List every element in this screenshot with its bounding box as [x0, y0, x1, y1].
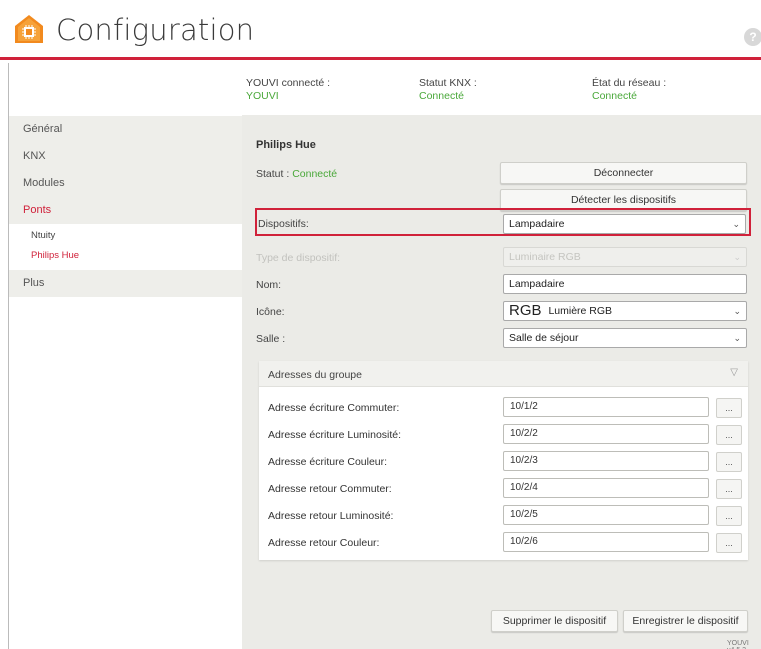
collapse-triangle-icon[interactable]: ▽: [730, 367, 738, 378]
name-input[interactable]: Lampadaire: [503, 274, 747, 294]
address-row-label: Adresse écriture Luminosité:: [268, 429, 402, 441]
youvi-status-value: YOUVI: [246, 90, 279, 102]
knx-status-value: Connecté: [419, 90, 464, 102]
disconnect-button[interactable]: Déconnecter: [500, 162, 747, 184]
sidebar-item-knx[interactable]: KNX: [9, 143, 242, 170]
main-content: Philips Hue Statut : Connecté Déconnecte…: [242, 115, 761, 649]
address-input[interactable]: 10/2/2: [503, 424, 709, 444]
group-addresses-title: Adresses du groupe: [268, 369, 362, 381]
statut-row: Statut : Connecté: [256, 168, 337, 180]
address-row-label: Adresse retour Luminosité:: [268, 510, 394, 522]
address-row-label: Adresse écriture Couleur:: [268, 456, 388, 468]
address-input[interactable]: 10/2/6: [503, 532, 709, 552]
room-select-value: Salle de séjour: [509, 332, 579, 344]
rgb-icon: RGB: [509, 302, 542, 319]
address-browse-button[interactable]: ...: [716, 533, 742, 553]
knx-status: Statut KNX : Connecté: [419, 77, 477, 103]
device-type-select-value: Luminaire RGB: [509, 251, 581, 263]
address-row-label: Adresse écriture Commuter:: [268, 402, 400, 414]
sidebar-item-plus[interactable]: Plus: [9, 270, 242, 297]
chevron-down-icon: ⌄: [733, 333, 741, 343]
sidebar-item-modules[interactable]: Modules: [9, 170, 242, 197]
device-type-select: Luminaire RGB ⌄: [503, 247, 747, 267]
address-input[interactable]: 10/2/5: [503, 505, 709, 525]
app-header: Configuration ?: [0, 0, 761, 60]
network-status: État du réseau : Connecté: [592, 77, 666, 103]
address-browse-button[interactable]: ...: [716, 425, 742, 445]
group-addresses-panel: Adresses du groupe ▽ Adresse écriture Co…: [259, 361, 748, 560]
connection-status-bar: YOUVI connecté : YOUVI Statut KNX : Conn…: [9, 63, 761, 115]
youvi-status-label: YOUVI connecté :: [246, 77, 331, 89]
sidebar-item-general[interactable]: Général: [9, 116, 242, 143]
sidebar-subitem-ntuity[interactable]: Ntuity: [31, 230, 55, 241]
sidebar: Général KNX Modules Ponts Ntuity Philips…: [9, 115, 242, 649]
room-select[interactable]: Salle de séjour ⌄: [503, 328, 747, 348]
sidebar-item-ponts[interactable]: Ponts: [9, 197, 242, 224]
house-chip-icon: [15, 15, 43, 43]
name-label: Nom:: [256, 279, 282, 291]
address-browse-button[interactable]: ...: [716, 506, 742, 526]
statut-value: Connecté: [292, 168, 338, 180]
statut-label: Statut :: [256, 168, 290, 180]
address-browse-button[interactable]: ...: [716, 452, 742, 472]
network-status-value: Connecté: [592, 90, 637, 102]
version-label: YOUVI v4.5.2: [727, 640, 749, 649]
address-input[interactable]: 10/1/2: [503, 397, 709, 417]
address-row-label: Adresse retour Couleur:: [268, 537, 380, 549]
knx-status-label: Statut KNX :: [419, 77, 477, 89]
address-row-label: Adresse retour Commuter:: [268, 483, 392, 495]
delete-device-button[interactable]: Supprimer le dispositif: [491, 610, 618, 632]
youvi-status: YOUVI connecté : YOUVI: [246, 77, 330, 103]
save-device-button[interactable]: Enregistrer le dispositif: [623, 610, 748, 632]
icon-label: Icône:: [256, 306, 285, 318]
group-addresses-header[interactable]: Adresses du groupe ▽: [259, 361, 748, 387]
sidebar-subitem-philips-hue[interactable]: Philips Hue: [31, 250, 79, 261]
devices-row-highlight: [255, 208, 751, 236]
icon-select-value: Lumière RGB: [548, 305, 613, 317]
address-input[interactable]: 10/2/4: [503, 478, 709, 498]
chevron-down-icon: ⌄: [733, 306, 741, 316]
app-title: Configuration: [56, 13, 255, 47]
address-input[interactable]: 10/2/3: [503, 451, 709, 471]
icon-select[interactable]: RGB Lumière RGB ⌄: [503, 301, 747, 321]
room-label: Salle :: [256, 333, 286, 345]
device-type-label: Type de dispositif:: [256, 252, 341, 264]
address-browse-button[interactable]: ...: [716, 479, 742, 499]
chevron-down-icon: ⌄: [733, 252, 741, 262]
network-status-label: État du réseau :: [592, 77, 667, 89]
help-icon[interactable]: ?: [744, 28, 761, 46]
address-browse-button[interactable]: ...: [716, 398, 742, 418]
page-title: Philips Hue: [256, 139, 316, 151]
